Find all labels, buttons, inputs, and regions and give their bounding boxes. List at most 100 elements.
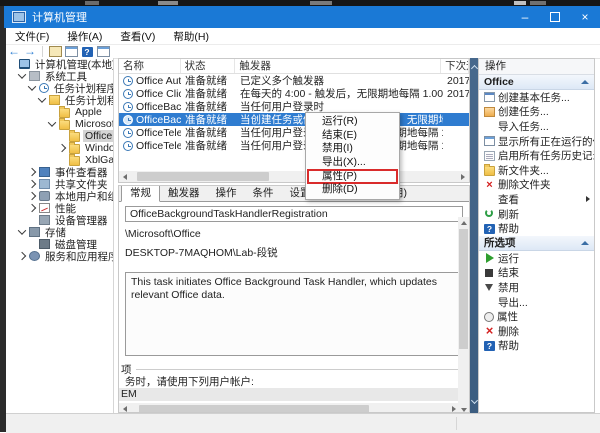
scroll-left-button[interactable] [119,404,131,414]
pane-divider-scrollbar[interactable] [470,58,478,413]
action-item-label: 属性 [497,309,518,324]
tree-expander-icon[interactable] [28,180,36,188]
task-description-box[interactable]: This task initiates Office Background Ta… [125,272,463,356]
action-item[interactable]: 运行 [479,251,594,266]
hscroll-thumb[interactable] [139,405,369,414]
tree-expander-icon[interactable] [18,252,26,260]
action-item[interactable]: 属性 [479,309,594,324]
actions-section-header[interactable]: 所选项 [479,236,594,251]
column-header[interactable]: 名称 [119,59,181,73]
hscroll-thumb[interactable] [137,172,269,181]
account-value-row[interactable]: EM [119,388,463,401]
context-menu-item[interactable]: 属性(P) [306,170,399,184]
tab-inactive[interactable]: 条件 [245,186,282,201]
action-item[interactable]: 创建基本任务... [479,90,594,105]
menubar-item[interactable]: 帮助(H) [164,29,218,44]
task-row[interactable]: OfficeTele...准备就绪当任何用户登录时 - 触发后，无限期地每隔 1… [119,139,469,152]
task-name-cell: OfficeBack... [119,114,181,126]
task-name: OfficeTele... [136,140,181,152]
action-item[interactable]: 创建任务... [479,105,594,120]
tree-item[interactable]: Office [6,130,113,142]
column-header[interactable]: 触发器 [235,59,441,73]
scroll-up-button[interactable] [458,217,469,228]
tree-item[interactable]: 任务计划程序库 [6,94,113,106]
action-item[interactable]: ×删除文件夹 [479,178,594,193]
context-menu-item[interactable]: 导出(X)... [306,156,399,170]
scroll-right-button[interactable] [448,404,460,414]
status-bar-divider [456,417,457,430]
close-button[interactable]: × [570,6,600,28]
properties-window-icon [65,46,78,57]
detail-vscrollbar[interactable] [458,217,469,413]
forward-icon: → [24,45,36,58]
show-console-tree-button[interactable] [47,45,63,58]
help-button[interactable]: ? [79,45,95,58]
collapse-caret-icon[interactable] [581,241,589,245]
tree-item[interactable]: Apple [6,106,113,118]
context-menu-item[interactable]: 禁用(I) [306,142,399,156]
tab-active[interactable]: 常规 [121,185,160,202]
menubar-item[interactable]: 文件(F) [6,29,58,44]
action-item[interactable]: 导入任务... [479,119,594,134]
tree-expander-icon[interactable] [28,192,36,200]
history-icon [484,151,495,161]
column-header[interactable]: 状态 [181,59,236,73]
storage-icon [29,227,40,237]
action-item[interactable]: 新文件夹... [479,163,594,178]
context-menu-item[interactable]: 运行(R) [306,115,399,129]
action-item[interactable]: 查看 [479,192,594,207]
scroll-left-button[interactable] [119,171,131,182]
action-item[interactable]: 显示所有正在运行的任务 [479,134,594,149]
back-button[interactable]: ← [6,45,22,58]
show-action-pane-button[interactable] [95,45,111,58]
column-header[interactable]: 下次运... [441,59,469,73]
task-list-hscrollbar[interactable] [119,171,469,182]
tree-expander-icon[interactable] [48,118,56,126]
tree-expander-icon[interactable] [28,82,36,90]
console-tree-pane: 计算机管理(本地)系统工具任务计划程序任务计划程序库AppleMicrosoft… [6,58,114,413]
group-divider [136,369,462,370]
tree-expander-icon[interactable] [28,168,36,176]
tree-expander-icon[interactable] [38,94,46,102]
action-item[interactable]: ×删除 [479,324,594,339]
scroll-right-button[interactable] [457,171,469,182]
collapse-caret-icon[interactable] [581,80,589,84]
task-name-cell: OfficeTele... [119,140,181,152]
maximize-button[interactable] [540,6,570,28]
properties-button[interactable] [63,45,79,58]
menubar-item[interactable]: 操作(A) [58,29,111,44]
action-item[interactable]: 刷新 [479,207,594,222]
action-item[interactable]: 禁用 [479,280,594,295]
action-item[interactable]: 导出... [479,295,594,310]
minimize-button[interactable]: – [510,6,540,28]
tree-expander-icon[interactable] [18,70,26,78]
action-item-label: 禁用 [498,280,519,295]
context-menu-item[interactable]: 删除(D) [306,183,399,197]
tab-inactive[interactable]: 触发器 [160,186,208,201]
forward-button[interactable]: → [22,45,38,58]
task-description-text: This task initiates Office Background Ta… [131,276,437,301]
create-basic-task-icon [484,92,495,102]
background-fragment [158,1,178,5]
action-item[interactable]: 启用所有任务历史记录 [479,148,594,163]
actions-pane: 操作 Office创建基本任务...创建任务...导入任务...显示所有正在运行… [478,58,595,413]
task-name-field[interactable]: OfficeBackgroundTaskHandlerRegistration [125,206,463,222]
context-menu-item[interactable]: 结束(E) [306,129,399,143]
running-tasks-icon [484,136,495,146]
actions-section-header[interactable]: Office [479,75,594,90]
tree-item[interactable]: Microsoft [6,118,113,130]
folder-icon [69,156,80,166]
tree-expander-icon[interactable] [18,226,26,234]
tab-inactive[interactable]: 操作 [208,186,245,201]
tree-expander-icon[interactable] [58,144,66,152]
action-item[interactable]: ?帮助 [479,339,594,354]
detail-hscrollbar[interactable] [119,403,460,413]
task-name-cell: Office Click... [119,88,181,100]
vscroll-thumb[interactable] [459,229,468,349]
action-item[interactable]: 结束 [479,266,594,281]
tree-expander-icon[interactable] [28,204,36,212]
tree-item[interactable]: 服务和应用程序 [6,250,113,262]
menubar-item[interactable]: 查看(V) [111,29,164,44]
tree-item[interactable]: Windows [6,142,113,154]
action-item[interactable]: ?帮助 [479,221,594,236]
